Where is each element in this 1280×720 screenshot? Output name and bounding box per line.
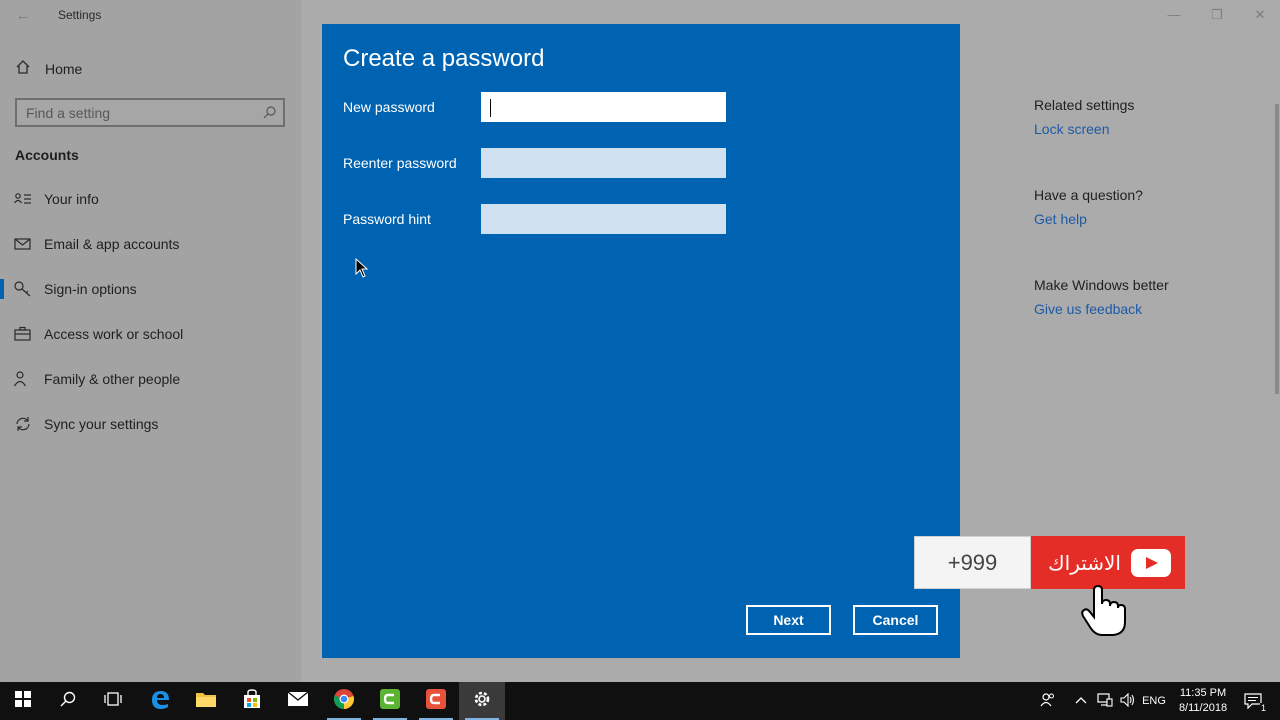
camtasia-taskbar-button[interactable] <box>367 682 413 720</box>
active-indicator <box>0 279 4 299</box>
sidebar-item-label: Your info <box>44 191 99 207</box>
reenter-password-label: Reenter password <box>343 155 457 171</box>
mail-icon <box>14 236 32 252</box>
related-settings: Related settings Lock screen <box>1034 97 1134 137</box>
maximize-button[interactable]: ❐ <box>1202 4 1232 26</box>
section-title: Accounts <box>15 147 79 163</box>
sidebar-item-sign-in-options[interactable]: Sign-in options <box>0 274 301 304</box>
sidebar: Home Find a setting Accounts Your info E… <box>0 0 301 682</box>
subscribe-label: الاشتراك <box>1048 550 1121 575</box>
mail-icon <box>287 690 309 712</box>
search-taskbar-button[interactable] <box>45 682 91 720</box>
sidebar-item-access-work[interactable]: Access work or school <box>0 319 301 349</box>
store-taskbar-button[interactable] <box>229 682 275 720</box>
people-icon <box>1040 692 1056 711</box>
nav-home[interactable]: Home <box>15 58 82 80</box>
edge-icon <box>149 688 171 715</box>
gear-icon <box>472 689 492 714</box>
folder-icon <box>195 690 217 713</box>
related-heading: Make Windows better <box>1034 277 1169 293</box>
scrollbar[interactable] <box>1275 104 1279 394</box>
people-tray-button[interactable] <box>1036 682 1060 720</box>
home-icon <box>15 59 31 80</box>
cancel-button[interactable]: Cancel <box>853 605 938 635</box>
camtasia-green-icon <box>379 688 401 715</box>
youtube-play-icon <box>1131 548 1171 577</box>
clock[interactable]: 11:35 PM 8/11/2018 <box>1172 686 1234 716</box>
mouse-pointer-icon <box>355 257 369 283</box>
show-hidden-icons-button[interactable] <box>1070 682 1092 720</box>
recorder-taskbar-button[interactable] <box>413 682 459 720</box>
network-tray-button[interactable] <box>1094 682 1116 720</box>
search-icon <box>60 691 76 712</box>
sidebar-item-label: Email & app accounts <box>44 236 180 252</box>
subscribe-button[interactable]: الاشتراك <box>1031 536 1185 589</box>
subscribe-widget[interactable]: +999 الاشتراك <box>914 536 1185 589</box>
start-button[interactable] <box>0 682 46 720</box>
help-section: Have a question? Get help <box>1034 187 1143 227</box>
related-heading: Have a question? <box>1034 187 1143 203</box>
text-caret <box>490 99 491 117</box>
clock-date: 8/11/2018 <box>1178 702 1228 714</box>
get-help-link[interactable]: Get help <box>1034 211 1143 227</box>
sidebar-item-your-info[interactable]: Your info <box>0 184 301 214</box>
volume-tray-button[interactable] <box>1117 682 1139 720</box>
taskbar: ENG 11:35 PM 8/11/2018 1 <box>0 682 1280 720</box>
home-label: Home <box>45 61 83 77</box>
speaker-icon <box>1120 692 1136 710</box>
sidebar-item-label: Sign-in options <box>44 281 137 297</box>
search-icon <box>263 105 277 124</box>
new-password-field[interactable] <box>481 92 726 122</box>
dialog-title: Create a password <box>343 45 545 72</box>
briefcase-icon <box>14 326 32 342</box>
password-hint-label: Password hint <box>343 211 431 227</box>
file-explorer-taskbar-button[interactable] <box>183 682 229 720</box>
subscriber-count: +999 <box>914 536 1031 589</box>
notification-count-badge: 1 <box>1259 703 1267 713</box>
store-bag-icon <box>242 688 262 714</box>
action-center-button[interactable]: 1 <box>1240 682 1267 720</box>
sidebar-item-label: Access work or school <box>44 326 184 342</box>
sidebar-item-email[interactable]: Email & app accounts <box>0 229 301 259</box>
camtasia-red-icon <box>425 688 447 715</box>
person-card-icon <box>14 191 32 207</box>
create-password-dialog: Create a password New password Reenter p… <box>322 24 960 658</box>
next-button[interactable]: Next <box>746 605 831 635</box>
network-icon <box>1097 692 1113 710</box>
feedback-section: Make Windows better Give us feedback <box>1034 277 1169 317</box>
sidebar-item-label: Sync your settings <box>44 416 159 432</box>
chevron-up-icon <box>1075 695 1087 707</box>
chrome-taskbar-button[interactable] <box>321 682 367 720</box>
back-button[interactable]: ← <box>12 6 34 26</box>
sidebar-item-sync[interactable]: Sync your settings <box>0 409 301 439</box>
task-view-button[interactable] <box>90 682 136 720</box>
mail-taskbar-button[interactable] <box>275 682 321 720</box>
sidebar-item-label: Family & other people <box>44 371 181 387</box>
reenter-password-field[interactable] <box>481 148 726 178</box>
give-feedback-link[interactable]: Give us feedback <box>1034 301 1169 317</box>
notification-icon: 1 <box>1244 693 1267 713</box>
sync-icon <box>14 416 32 432</box>
search-input[interactable]: Find a setting <box>15 98 285 127</box>
people-icon <box>13 371 32 387</box>
close-button[interactable]: ✕ <box>1245 4 1275 26</box>
task-view-icon <box>104 691 122 712</box>
minimize-button[interactable]: — <box>1159 4 1189 26</box>
search-placeholder: Find a setting <box>26 105 111 121</box>
password-hint-field[interactable] <box>481 204 726 234</box>
windows-logo-icon <box>15 690 31 712</box>
clock-time: 11:35 PM <box>1179 687 1227 699</box>
edge-taskbar-button[interactable] <box>137 682 183 720</box>
new-password-label: New password <box>343 99 435 115</box>
settings-taskbar-button[interactable] <box>459 682 505 720</box>
sidebar-item-family[interactable]: Family & other people <box>0 364 301 394</box>
chrome-icon <box>333 688 355 715</box>
window-title: Settings <box>58 8 102 22</box>
related-heading: Related settings <box>1034 97 1135 113</box>
key-icon <box>14 281 32 297</box>
hand-pointer-icon <box>1080 584 1128 643</box>
lock-screen-link[interactable]: Lock screen <box>1034 121 1134 137</box>
input-language-button[interactable]: ENG <box>1140 682 1168 720</box>
